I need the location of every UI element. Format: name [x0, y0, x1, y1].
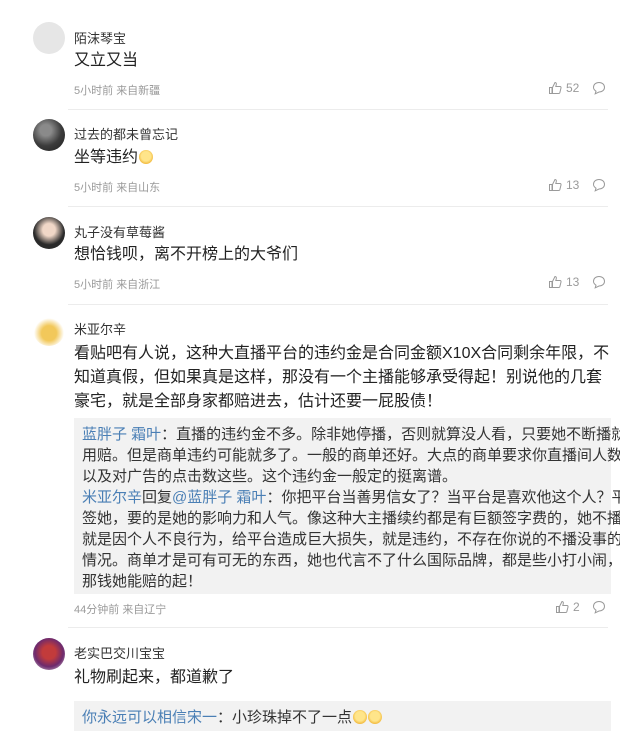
- reply-text-line: 用赔。但是商单违约可能就多了。一般的商单还好。大点的商单要求你直播间人数: [82, 447, 620, 464]
- doge-emoji-icon: [353, 710, 368, 724]
- reply-text: ：小珍珠掉不了一点: [217, 709, 353, 726]
- reply-text-line: 签她，要的是她的影响力和人气。像这种大主播续约都是有巨额签字费的，她不播: [82, 510, 620, 527]
- username[interactable]: 米亚尔辛: [74, 319, 126, 338]
- avatar[interactable]: [33, 22, 65, 54]
- time: 5小时前: [74, 85, 114, 97]
- like-button[interactable]: 13: [548, 178, 579, 192]
- comment-icon: [592, 81, 606, 95]
- reply-button[interactable]: [592, 275, 606, 289]
- divider: [68, 627, 608, 628]
- comment-text-content: 坐等违约: [74, 149, 139, 166]
- reply-text-line: ：直播的违约金不多。除非她停播，否则就算没人看，只要她不断播就不: [161, 426, 620, 443]
- avatar[interactable]: [33, 314, 65, 346]
- reply-text-line: 以及对广告的点击数这些。这个违约金一般定的挺离谱。: [82, 468, 458, 485]
- like-button[interactable]: 2: [555, 600, 580, 614]
- reply-username[interactable]: 米亚尔辛: [82, 489, 142, 506]
- comment-text-line: 知道真假，但如果真是这样，那没有一个主播能够承受得起！别说他的几套: [74, 369, 603, 386]
- reply-word: 回复: [142, 489, 173, 506]
- avatar[interactable]: [33, 638, 65, 670]
- divider: [68, 109, 608, 110]
- location: 来自山东: [116, 182, 161, 194]
- reply-text-line: ：你把平台当善男信女了？当平台是喜欢他这个人？平台: [266, 489, 620, 506]
- reply-text-line: 情况。商单才是可有可无的东西，她也代言不了什么国际品牌，都是些小打小闹，: [82, 552, 620, 569]
- username[interactable]: 过去的都未曾忘记: [74, 124, 178, 143]
- divider: [68, 206, 608, 207]
- reply-target[interactable]: @蓝胖子 霜叶: [172, 489, 266, 506]
- time: 44分钟前: [74, 604, 120, 616]
- divider: [68, 304, 608, 305]
- comment-text: 看贴吧有人说，这种大直播平台的违约金是合同金额X10X合同剩余年限，不 知道真假…: [74, 342, 614, 414]
- like-count: 2: [573, 600, 580, 614]
- comment-text-line: 豪宅，就是全部身家都赔进去，估计还要一屁股债！: [74, 393, 443, 410]
- location: 来自浙江: [116, 279, 161, 291]
- reply-text-line: 就是因个人不良行为，给平台造成巨大损失，就是违约，不存在你说的不播没事的: [82, 531, 620, 548]
- comment-meta: 5小时前 来自浙江: [74, 276, 160, 292]
- doge-emoji-icon: [139, 150, 154, 164]
- comment-text: 坐等违约: [74, 146, 154, 170]
- comment-icon: [592, 178, 606, 192]
- reply-thread: 蓝胖子 霜叶：直播的违约金不多。除非她停播，否则就算没人看，只要她不断播就不 用…: [74, 418, 620, 594]
- like-count: 13: [566, 275, 580, 289]
- like-count: 13: [566, 178, 580, 192]
- avatar[interactable]: [33, 217, 65, 249]
- comment-meta: 44分钟前 来自辽宁: [74, 601, 166, 617]
- thumbs-up-icon: [549, 275, 562, 288]
- reply-username[interactable]: 蓝胖子 霜叶: [82, 426, 161, 443]
- time: 5小时前: [74, 279, 114, 291]
- like-count: 52: [566, 81, 580, 95]
- comment-icon: [592, 275, 606, 289]
- reply-username[interactable]: 你永远可以相信宋一: [82, 709, 217, 726]
- comment-icon: [592, 600, 606, 614]
- like-button[interactable]: 13: [548, 275, 579, 289]
- thumbs-up-icon: [549, 178, 562, 191]
- doge-emoji-icon: [368, 710, 383, 724]
- comment-text-line: 看贴吧有人说，这种大直播平台的违约金是合同金额X10X合同剩余年限，不: [74, 345, 610, 362]
- username[interactable]: 陌沫琴宝: [74, 28, 126, 47]
- reply-button[interactable]: [592, 81, 606, 95]
- reply-button[interactable]: [592, 178, 606, 192]
- reply-item: 你永远可以相信宋一：小珍珠掉不了一点: [82, 707, 603, 728]
- reply-thread: 你永远可以相信宋一：小珍珠掉不了一点: [74, 701, 611, 731]
- thumbs-up-icon: [556, 600, 569, 613]
- comment-text: 又立又当: [74, 52, 139, 69]
- avatar[interactable]: [33, 119, 65, 151]
- comment-text: 想恰钱呗，离不开榜上的大爷们: [74, 246, 299, 263]
- time: 5小时前: [74, 182, 114, 194]
- username[interactable]: 老实巴交川宝宝: [74, 643, 165, 662]
- comment-meta: 5小时前 来自新疆: [74, 82, 160, 98]
- location: 来自辽宁: [122, 604, 167, 616]
- like-button[interactable]: 52: [548, 81, 579, 95]
- comment-meta: 5小时前 来自山东: [74, 179, 160, 195]
- comment-text: 礼物刷起来，都道歉了: [74, 669, 235, 686]
- reply-text-line: 那钱她能赔的起！: [82, 573, 203, 590]
- username[interactable]: 丸子没有草莓酱: [74, 222, 165, 241]
- reply-item: 米亚尔辛回复@蓝胖子 霜叶：你把平台当善男信女了？当平台是喜欢他这个人？平台 签…: [82, 487, 620, 592]
- thumbs-up-icon: [549, 81, 562, 94]
- location: 来自新疆: [116, 85, 161, 97]
- reply-button[interactable]: [592, 600, 606, 614]
- reply-item: 蓝胖子 霜叶：直播的违约金不多。除非她停播，否则就算没人看，只要她不断播就不 用…: [82, 424, 620, 487]
